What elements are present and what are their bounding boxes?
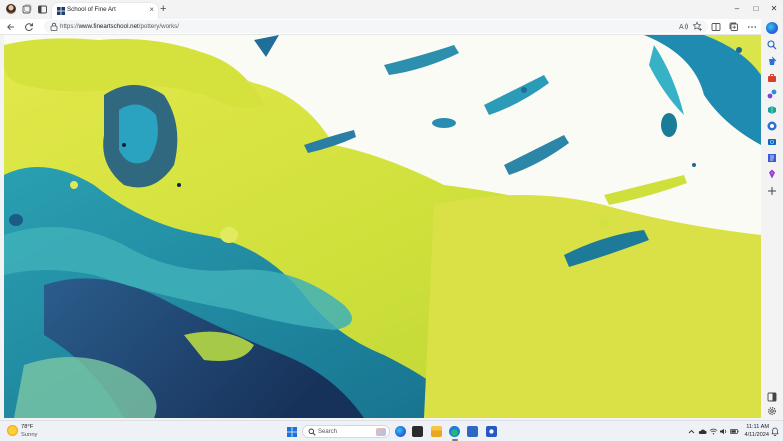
paint-splash-artwork [4, 35, 761, 418]
address-bar[interactable]: https://www.fineartschool.net/pottery/wo… [44, 20, 708, 33]
microsoft-365-icon[interactable] [766, 104, 778, 116]
url-path: /pottery/works/ [138, 22, 179, 30]
shopping-icon[interactable] [766, 56, 778, 68]
chevron-up-icon[interactable] [687, 427, 696, 436]
cloud-icon[interactable] [698, 427, 707, 436]
tools-icon[interactable] [766, 72, 778, 84]
navigation-bar: https://www.fineartschool.net/pottery/wo… [0, 19, 783, 35]
edge-browser-icon[interactable] [449, 426, 460, 437]
new-tab-button[interactable]: + [160, 3, 166, 15]
refresh-icon[interactable] [23, 21, 35, 33]
office-icon[interactable] [766, 152, 778, 164]
edge-sidebar: O [761, 19, 783, 418]
url-domain: www.fineartschool.net [78, 22, 139, 30]
taskbar-search-input[interactable]: Search [302, 425, 390, 438]
outlook-icon[interactable] [766, 120, 778, 132]
add-favorite-icon[interactable] [692, 21, 703, 32]
tab-school-of-fine-art[interactable]: School of Fine Art × [52, 3, 158, 19]
taskbar: 78°F Sunny Search 11:11 AM 4/11/2024 [0, 420, 783, 441]
notification-bell-icon[interactable] [771, 427, 779, 436]
weather-condition[interactable]: Sunny [21, 432, 37, 438]
close-window-button[interactable]: ✕ [767, 3, 781, 15]
tab-actions-icon[interactable] [37, 4, 48, 15]
copilot-app-icon[interactable] [395, 426, 406, 437]
url-prefix: https:// [60, 22, 79, 30]
wifi-icon[interactable] [709, 427, 718, 436]
store-icon[interactable] [467, 426, 478, 437]
weather-sun-icon[interactable] [7, 425, 18, 436]
url-text: https://www.fineartschool.net/pottery/wo… [60, 23, 179, 30]
site-favicon-icon [57, 7, 65, 15]
workspaces-icon[interactable] [21, 4, 32, 15]
profile-avatar[interactable] [6, 4, 16, 14]
search-label: Search [318, 428, 338, 435]
read-aloud-icon[interactable]: A [678, 21, 689, 32]
svg-text:O: O [770, 140, 774, 146]
add-icon[interactable] [766, 185, 778, 197]
split-screen-icon[interactable] [710, 21, 722, 33]
back-arrow-icon[interactable] [5, 21, 17, 33]
more-icon[interactable] [746, 21, 758, 33]
minimize-button[interactable]: – [730, 3, 744, 15]
search-highlight-image [376, 428, 386, 436]
lock-icon[interactable] [50, 22, 58, 31]
title-bar: School of Fine Art × + – □ ✕ [0, 0, 783, 19]
search-magnifier-icon [308, 428, 316, 438]
clock-date[interactable]: 4/11/2024 [741, 432, 769, 438]
start-windows-icon[interactable] [287, 427, 297, 437]
app-icon[interactable] [486, 426, 497, 437]
tab-title: School of Fine Art [67, 6, 116, 13]
sidebar-layout-icon[interactable] [766, 391, 778, 403]
copilot-icon[interactable] [766, 22, 778, 34]
games-icon[interactable] [766, 88, 778, 100]
battery-icon[interactable] [730, 427, 739, 436]
svg-text:A: A [679, 24, 684, 31]
page-content-image [4, 35, 761, 418]
volume-icon[interactable] [719, 427, 728, 436]
file-explorer-icon[interactable] [431, 426, 442, 437]
collections-icon[interactable] [728, 21, 740, 33]
search-icon[interactable] [766, 39, 778, 51]
designer-icon[interactable] [766, 168, 778, 180]
clock-time[interactable]: 11:11 AM [745, 424, 769, 430]
task-view-icon[interactable] [412, 426, 423, 437]
maximize-button[interactable]: □ [749, 3, 763, 15]
drop-icon[interactable]: O [766, 136, 778, 148]
close-tab-icon[interactable]: × [149, 5, 154, 14]
settings-gear-icon[interactable] [766, 405, 778, 417]
weather-temp[interactable]: 78°F [21, 424, 33, 430]
